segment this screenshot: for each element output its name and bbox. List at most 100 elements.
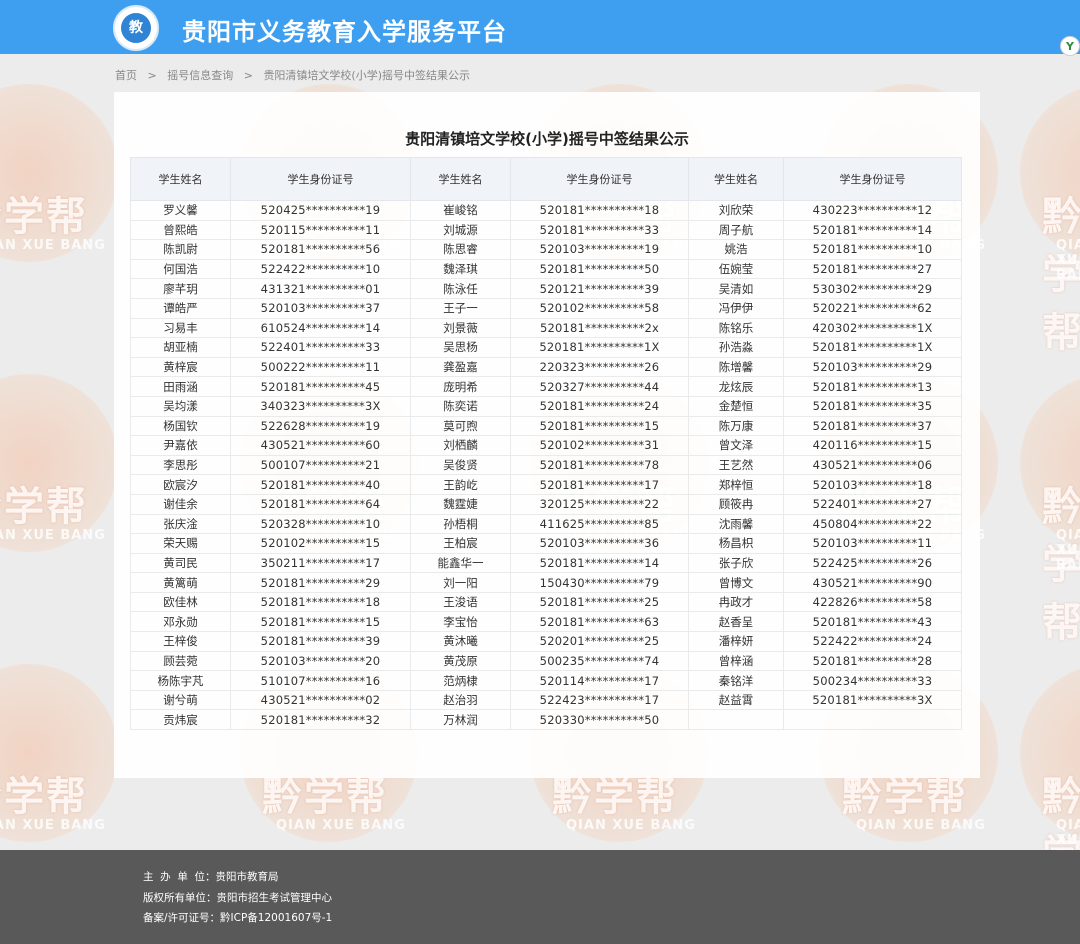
footer-icp-label: 备案/许可证号： — [143, 912, 221, 924]
student-id-cell: 510107**********16 — [230, 670, 411, 691]
watermark-brand-en: QIAN XUE BANG — [1056, 528, 1080, 573]
student-name-cell: 伍婉莹 — [688, 258, 784, 280]
student-name-cell: 黄茂原 — [410, 650, 511, 672]
student-name-cell: 曾文泽 — [688, 435, 784, 456]
watermark-brand: 黔学帮 — [1042, 774, 1080, 850]
student-name-cell: 吴均漾 — [130, 395, 231, 417]
student-name-cell: 王艺然 — [688, 454, 784, 476]
footer-host-label: 主 办 单 位： — [143, 871, 216, 883]
student-id-cell: 520103**********19 — [510, 239, 689, 260]
student-name-cell: 张庆淦 — [130, 513, 231, 535]
table-row: 吴均漾 340323**********3X 陈奕诺 520181**********… — [130, 395, 962, 417]
student-id-cell: 430521**********06 — [783, 454, 962, 476]
watermark-brand-en: QIAN XUE BANG — [0, 818, 106, 833]
table-row: 黄篱萌 520181**********29 刘一阳 150430**********… — [130, 572, 962, 593]
student-name-cell: 黄梓宸 — [130, 356, 231, 378]
table-row: 廖芊玥 431321**********01 陈泳任 520121**********… — [130, 278, 962, 299]
student-name-cell: 刘栖麟 — [410, 435, 511, 456]
student-name-cell: 赵治羽 — [410, 689, 511, 711]
student-id-cell: 520181**********43 — [783, 611, 962, 633]
student-name-cell: 谢兮萌 — [130, 689, 231, 711]
student-name-cell: 欧宸汐 — [130, 474, 231, 495]
student-name-cell: 杨昌枳 — [688, 533, 784, 554]
student-name-cell: 杨陈宇芃 — [130, 670, 231, 691]
student-id-cell: 450804**********22 — [783, 513, 962, 535]
student-name-cell: 王浚语 — [410, 591, 511, 613]
student-id-cell: 422826**********58 — [783, 591, 962, 613]
watermark-circle — [1020, 664, 1080, 842]
table-row: 谭皓严 520103**********37 王子一 520102**********… — [130, 297, 962, 319]
student-name-cell: 冉政才 — [688, 591, 784, 613]
student-id-cell: 520103**********29 — [783, 356, 962, 378]
table-row: 张庆淦 520328**********10 孙梧桐 411625**********… — [130, 513, 962, 535]
student-name-cell: 陈泳任 — [410, 278, 511, 299]
breadcrumb-home[interactable]: 首页 — [115, 69, 137, 82]
student-name-cell: 赵益霄 — [688, 689, 784, 711]
watermark-circle — [1020, 374, 1080, 552]
results-table: 学生姓名 学生身份证号 学生姓名 学生身份证号 学生姓名 学生身份证号 罗义馨 5… — [130, 157, 962, 731]
student-name-cell: 崔峻铭 — [410, 200, 511, 221]
student-id-cell: 500235**********74 — [510, 650, 689, 672]
student-name-cell: 黄沐曦 — [410, 631, 511, 652]
student-name-cell: 孙梧桐 — [410, 513, 511, 535]
table-row: 曾熙皓 520115**********11 刘城源 520181**********… — [130, 219, 962, 241]
breadcrumb-current: 贵阳清镇培文学校(小学)摇号中签结果公示 — [263, 69, 471, 82]
student-id-cell: 520328**********10 — [230, 513, 411, 535]
student-name-cell: 陈增馨 — [688, 356, 784, 378]
student-id-cell: 520181**********64 — [230, 493, 411, 515]
student-name-cell: 赵香呈 — [688, 611, 784, 633]
student-id-cell: 520181**********14 — [783, 219, 962, 241]
student-id-cell: 520103**********36 — [510, 533, 689, 554]
footer-copyright: 版权所有单位：贵阳市招生考试管理中心 — [143, 890, 332, 905]
student-name-cell: 罗义馨 — [130, 200, 231, 221]
student-id-cell: 431321**********01 — [230, 278, 411, 299]
col-header-name: 学生姓名 — [410, 157, 511, 201]
student-name-cell: 郑梓恒 — [688, 474, 784, 495]
col-header-id: 学生身份证号 — [230, 157, 411, 201]
student-name-cell: 孙浩淼 — [688, 337, 784, 358]
student-id-cell: 420302**********1X — [783, 317, 962, 339]
student-name-cell: 陈万康 — [688, 415, 784, 437]
site-title[interactable]: 贵阳市义务教育入学服务平台 — [182, 12, 507, 47]
student-name-cell: 顾芸菀 — [130, 650, 231, 672]
student-id-cell: 520121**********39 — [510, 278, 689, 299]
watermark-brand-en: QIAN XUE BANG — [566, 818, 696, 833]
student-id-cell: 220323**********26 — [510, 356, 689, 378]
breadcrumb-lottery-query[interactable]: 摇号信息查询 — [167, 69, 233, 82]
student-id-cell: 520181**********18 — [230, 591, 411, 613]
table-row: 黄司民 350211**********17 能鑫华一 520181*********… — [130, 552, 962, 574]
student-id-cell: 520102**********15 — [230, 533, 411, 554]
student-name-cell: 王柏宸 — [410, 533, 511, 554]
student-id-cell: 520103**********20 — [230, 650, 411, 672]
student-id-cell: 520181**********13 — [783, 376, 962, 397]
table-row: 杨陈宇芃 510107**********16 范炳棣 520114*********… — [130, 670, 962, 691]
student-name-cell: 陈铭乐 — [688, 317, 784, 339]
footer-icp-value[interactable]: 黔ICP备12001607号-1 — [220, 912, 332, 924]
breadcrumb: 首页 > 摇号信息查询 > 贵阳清镇培文学校(小学)摇号中签结果公示 — [115, 67, 475, 83]
footer-copyright-label: 版权所有单位： — [143, 892, 217, 904]
table-row: 李思彤 500107**********21 吴俊贤 520181**********… — [130, 454, 962, 476]
student-id-cell: 522628**********19 — [230, 415, 411, 437]
student-id-cell: 520181**********50 — [510, 258, 689, 280]
student-id-cell: 520181**********18 — [510, 200, 689, 221]
watermark-brand: 黔学帮 — [1042, 194, 1080, 356]
student-name-cell: 吴清如 — [688, 278, 784, 299]
student-name-cell: 姚浩 — [688, 239, 784, 260]
corner-badge-icon[interactable]: Y — [1060, 36, 1080, 56]
col-header-id: 学生身份证号 — [510, 157, 689, 201]
student-name-cell: 龙炫辰 — [688, 376, 784, 397]
student-name-cell: 谭皓严 — [130, 297, 231, 319]
student-name-cell: 刘城源 — [410, 219, 511, 241]
student-name-cell: 邓永勋 — [130, 611, 231, 633]
student-name-cell: 张子欣 — [688, 552, 784, 574]
page-title: 贵阳清镇培文学校(小学)摇号中签结果公示 — [405, 130, 689, 148]
breadcrumb-separator: > — [147, 69, 157, 82]
student-name-cell: 王韵屹 — [410, 474, 511, 495]
student-id-cell: 522423**********17 — [510, 689, 689, 711]
table-header-row: 学生姓名 学生身份证号 学生姓名 学生身份证号 学生姓名 学生身份证号 — [130, 157, 962, 201]
student-name-cell: 秦铭洋 — [688, 670, 784, 691]
student-name-cell: 潘梓妍 — [688, 631, 784, 652]
site-logo[interactable]: 教 — [113, 5, 159, 51]
student-id-cell: 520327**********44 — [510, 376, 689, 397]
student-name-cell: 金楚恒 — [688, 395, 784, 417]
